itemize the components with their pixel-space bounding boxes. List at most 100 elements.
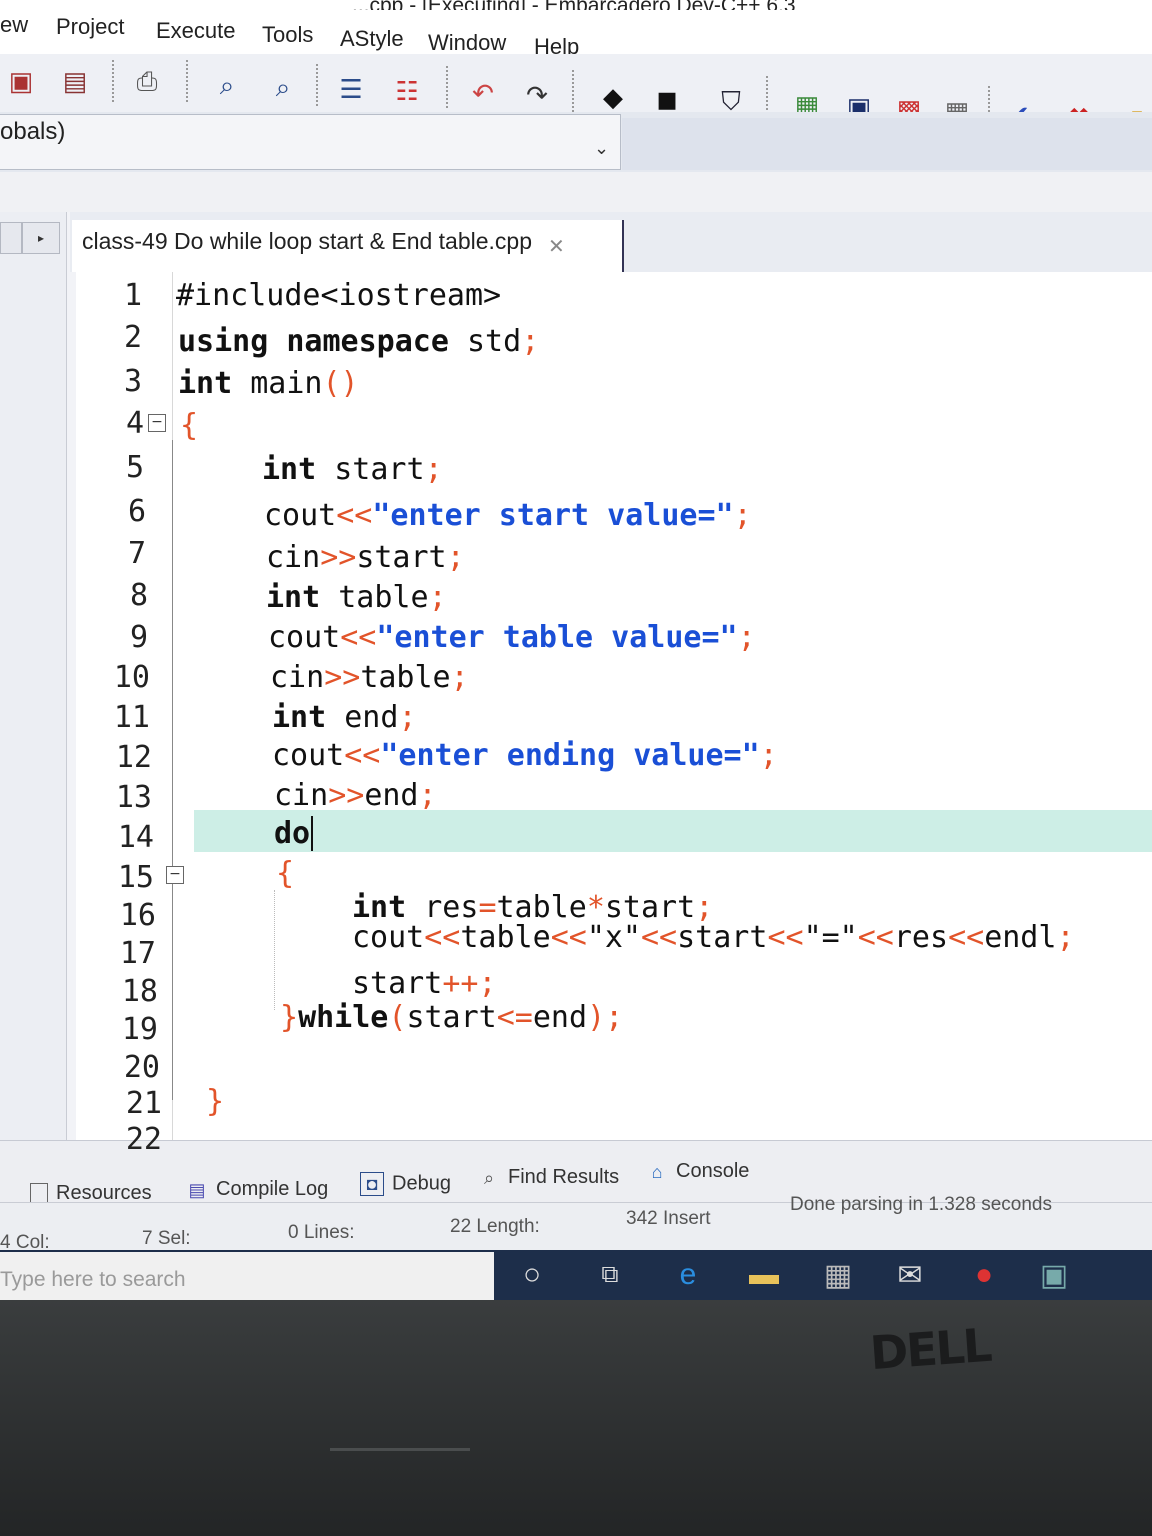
find-results-icon: ⌕ (483, 1167, 495, 1188)
line-number: 20 (123, 1050, 160, 1085)
tab-label: Debug (392, 1172, 451, 1195)
code-line: cout<<"enter table value="; (268, 620, 756, 655)
menu-execute[interactable]: Execute (156, 18, 236, 44)
line-number: 9 (129, 620, 148, 655)
line-number: 17 (119, 936, 156, 971)
menu-window[interactable]: Window (428, 30, 506, 56)
toolbar-separator (186, 60, 188, 104)
console-icon: ⌂ (651, 1161, 663, 1182)
status-insert: 342 Insert (626, 1208, 711, 1229)
spacer (0, 172, 1152, 212)
status-length: 22 Length: (450, 1216, 540, 1237)
code-line: cout<<table<<"x"<<start<<"="<<res<<endl; (352, 920, 1075, 955)
print-icon[interactable]: ⎙ (130, 64, 164, 98)
cortana-icon[interactable]: ○ (512, 1256, 552, 1294)
fold-line (172, 440, 173, 1100)
tab-compile-log[interactable]: ▤ Compile Log (186, 1178, 328, 1201)
code-line: cout<<"enter start value="; (264, 498, 752, 533)
bookmark-icon[interactable]: ◆ (596, 80, 630, 114)
app-icon[interactable]: ▣ (1034, 1256, 1074, 1294)
function-dropdown[interactable] (622, 118, 1152, 170)
save-all-icon[interactable]: ▤ (58, 64, 92, 98)
menu-tools[interactable]: Tools (262, 22, 313, 48)
code-line: { (276, 856, 295, 891)
tab-scroll-left-button[interactable] (0, 222, 22, 254)
replace-icon[interactable]: ⌕ (266, 70, 300, 104)
undo-icon[interactable]: ↶ (466, 76, 500, 110)
save-icon[interactable]: ▣ (4, 64, 38, 98)
find-icon[interactable]: ⌕ (210, 68, 244, 102)
code-line: { (180, 408, 199, 443)
close-icon[interactable]: ✕ (548, 234, 565, 259)
fold-toggle-icon[interactable]: − (148, 414, 166, 432)
line-number: 6 (127, 494, 146, 529)
menu-project[interactable]: Project (56, 14, 124, 40)
tab-debug[interactable]: ◘ Debug (360, 1172, 451, 1196)
line-number: 4 (125, 406, 144, 441)
bookmark-next-icon[interactable]: ◼ (650, 82, 684, 116)
line-number: 19 (121, 1012, 158, 1047)
code-line: int start; (262, 452, 443, 487)
edge-icon[interactable]: e (668, 1256, 708, 1294)
bezel-edge (330, 1448, 470, 1451)
code-line: #include<iostream> (176, 278, 502, 313)
menu-astyle[interactable]: AStyle (340, 26, 404, 52)
screen: ...cpp - [Executing] - Embarcadero Dev-C… (0, 0, 1152, 1300)
current-line-highlight (194, 810, 1152, 852)
fold-toggle-icon[interactable]: − (166, 866, 184, 884)
status-lines: 0 Lines: (288, 1222, 355, 1243)
indent-icon[interactable]: ☰ (334, 72, 368, 106)
code-line: do (274, 816, 314, 851)
line-number: 14 (117, 820, 154, 855)
line-number: 13 (115, 780, 152, 815)
redo-icon[interactable]: ↷ (520, 78, 554, 112)
toolbar (0, 54, 1152, 113)
line-number: 12 (115, 740, 152, 775)
code-line: }while(start<=end); (280, 1000, 624, 1035)
tab-console[interactable]: ⌂ Console (646, 1160, 750, 1183)
status-message: Done parsing in 1.328 seconds (790, 1194, 1052, 1215)
line-number: 16 (119, 898, 156, 933)
unindent-icon[interactable]: ☷ (390, 74, 424, 108)
file-explorer-icon[interactable]: ▬ (744, 1256, 784, 1294)
compile-log-icon: ▤ (188, 1179, 206, 1200)
taskbar-search-placeholder: Type here to search (0, 1268, 186, 1291)
toolbar-separator (572, 70, 574, 114)
mail-icon[interactable]: ✉ (890, 1256, 930, 1294)
line-number: 22 (125, 1122, 162, 1157)
tab-find-results[interactable]: ⌕ Find Results (478, 1166, 619, 1189)
code-line: cin>>start; (266, 540, 465, 575)
line-number: 10 (113, 660, 150, 695)
line-number: 18 (121, 974, 158, 1009)
line-number: 11 (113, 700, 150, 735)
store-icon[interactable]: ▦ (818, 1256, 858, 1294)
line-number: 3 (123, 364, 142, 399)
scope-dropdown[interactable] (0, 114, 621, 170)
devcpp-icon[interactable]: ● (964, 1256, 1004, 1294)
menu-view[interactable]: ew (0, 12, 28, 38)
task-view-icon[interactable]: ⧉ (590, 1256, 630, 1294)
tab-label: Console (676, 1160, 750, 1182)
tab-scroll-right-button[interactable]: ▸ (22, 222, 60, 254)
dell-logo: DELL (868, 1317, 992, 1381)
line-number: 8 (129, 578, 148, 613)
toolbar-separator (446, 66, 448, 110)
line-number: 21 (125, 1086, 162, 1121)
code-line: cin>>table; (270, 660, 469, 695)
code-line: cin>>end; (274, 778, 437, 813)
chevron-down-icon[interactable]: ⌄ (594, 138, 609, 159)
code-line: } (206, 1084, 225, 1119)
file-tab-label: class-49 Do while loop start & End table… (82, 228, 533, 254)
status-sel: 7 Sel: (142, 1228, 191, 1249)
code-line: using namespace std; (178, 324, 540, 359)
line-number: 7 (127, 536, 146, 571)
code-line: int main() (178, 366, 359, 401)
block-guide (274, 890, 276, 1010)
code-line: cout<<"enter ending value="; (272, 738, 778, 773)
toolbar-separator (316, 64, 318, 108)
tab-label: Resources (56, 1182, 152, 1204)
code-line: int table; (266, 580, 447, 615)
toolbar-separator (112, 60, 114, 104)
line-number: 15 (117, 860, 154, 895)
code-line: int end; (272, 700, 417, 735)
